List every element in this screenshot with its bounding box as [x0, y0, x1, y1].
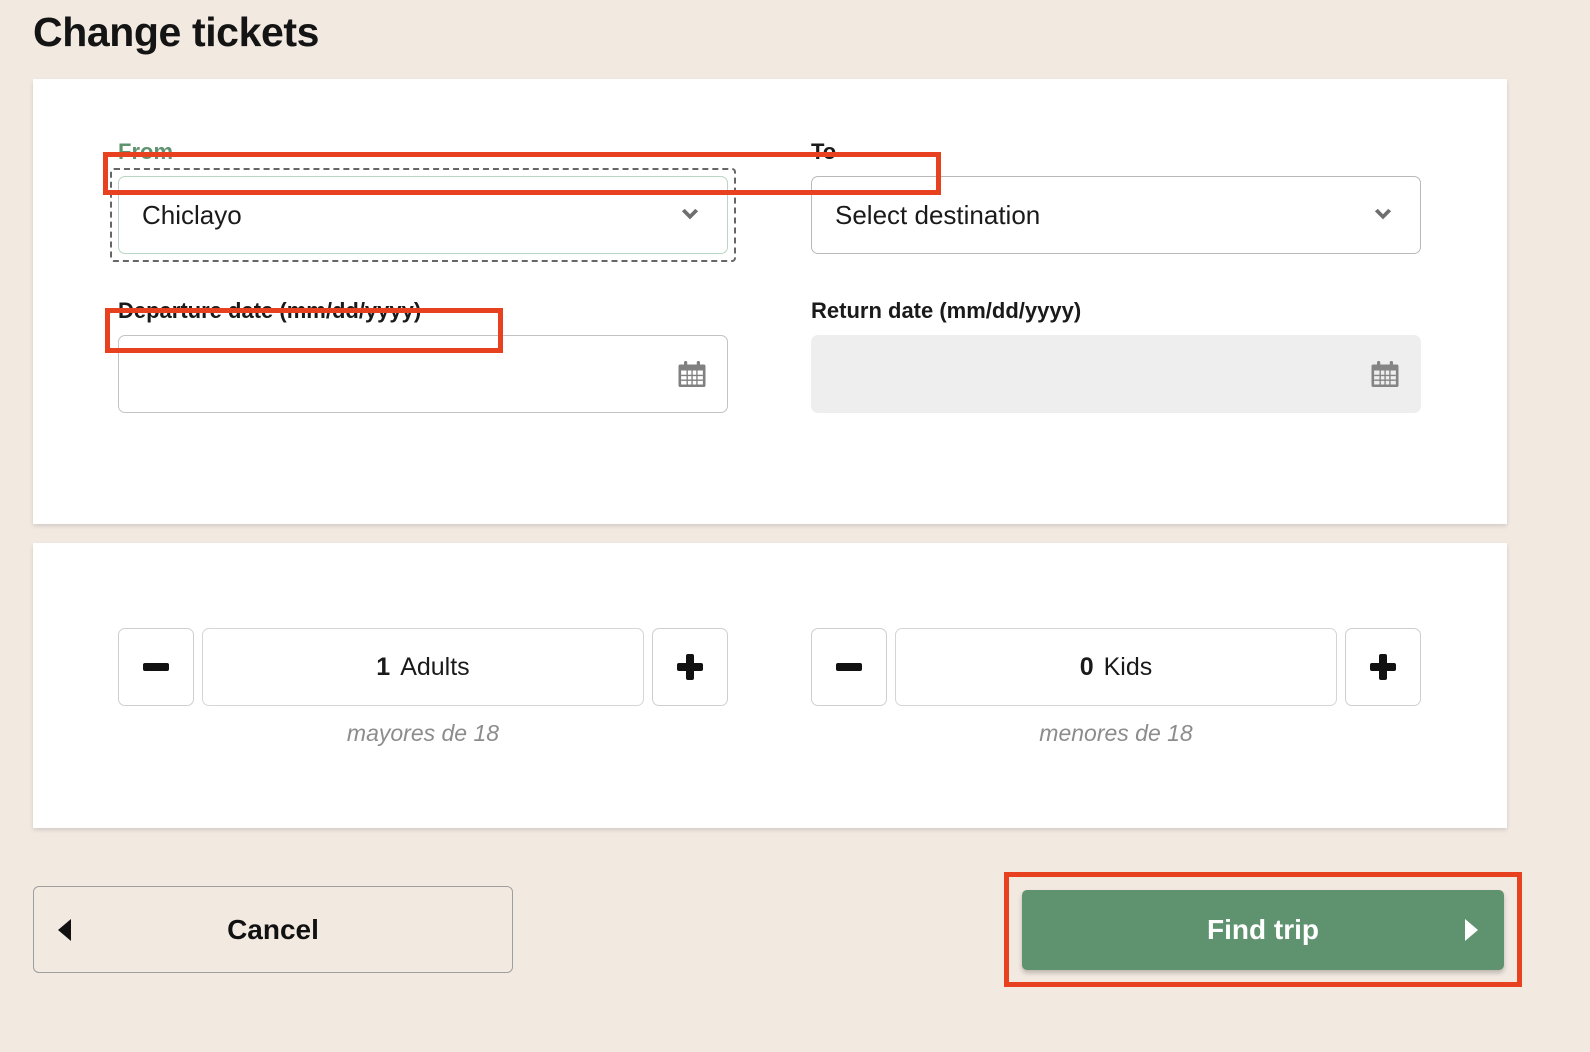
adults-unit-label: Adults: [400, 652, 470, 681]
to-field-group: To Select destination: [811, 139, 1421, 254]
departure-date-group: Departure date (mm/dd/yyyy): [118, 298, 728, 413]
kids-decrement-button[interactable]: [811, 628, 887, 706]
adults-value-display[interactable]: 1 Adults: [202, 628, 644, 706]
kids-hint: menores de 18: [1039, 720, 1193, 746]
page-title: Change tickets: [33, 9, 320, 55]
triangle-left-icon: [58, 918, 71, 941]
from-selected-value: Chiclayo: [142, 199, 242, 230]
adults-stepper-group: 1 Adults mayores de 18: [118, 628, 728, 747]
trip-details-card: From Chiclayo To Select destination Depa…: [33, 79, 1507, 524]
from-select-wrapper: Chiclayo: [110, 168, 736, 262]
find-trip-button[interactable]: Find trip: [1022, 890, 1504, 970]
kids-count: 0: [1079, 652, 1094, 681]
adults-hint: mayores de 18: [346, 720, 500, 746]
calendar-icon[interactable]: [677, 359, 707, 389]
adults-increment-button[interactable]: [652, 628, 728, 706]
from-select[interactable]: Chiclayo: [118, 176, 728, 254]
departure-date-label: Departure date (mm/dd/yyyy): [118, 298, 422, 323]
cancel-button-label: Cancel: [227, 913, 319, 945]
kids-stepper-group: 0 Kids menores de 18: [811, 628, 1421, 747]
to-select-wrapper: Select destination: [811, 176, 1421, 254]
calendar-icon: [1371, 361, 1399, 387]
kids-unit-label: Kids: [1103, 652, 1153, 681]
from-field-group: From Chiclayo: [110, 139, 736, 262]
to-select[interactable]: Select destination: [811, 176, 1421, 254]
passengers-card: 1 Adults mayores de 18 0 Kids menores de…: [33, 543, 1507, 828]
find-trip-button-label: Find trip: [1207, 914, 1319, 945]
to-selected-value: Select destination: [835, 199, 1041, 230]
adults-stepper: 1 Adults: [118, 628, 728, 706]
kids-value-display[interactable]: 0 Kids: [895, 628, 1337, 706]
return-date-input: [811, 335, 1421, 413]
triangle-right-icon: [1465, 919, 1478, 941]
kids-increment-button[interactable]: [1345, 628, 1421, 706]
return-date-group: Return date (mm/dd/yyyy): [811, 298, 1421, 413]
cancel-button[interactable]: Cancel: [33, 886, 513, 973]
from-label: From: [118, 139, 173, 164]
plus-icon: [677, 654, 703, 680]
adults-count: 1: [376, 652, 391, 681]
adults-decrement-button[interactable]: [118, 628, 194, 706]
return-date-label: Return date (mm/dd/yyyy): [811, 298, 1082, 323]
plus-icon: [1370, 654, 1396, 680]
to-label: To: [811, 139, 837, 164]
chevron-down-icon: [1374, 208, 1392, 220]
chevron-down-icon: [681, 208, 699, 220]
departure-date-input[interactable]: [118, 335, 728, 413]
minus-icon: [143, 663, 169, 671]
kids-stepper: 0 Kids: [811, 628, 1421, 706]
minus-icon: [836, 663, 862, 671]
